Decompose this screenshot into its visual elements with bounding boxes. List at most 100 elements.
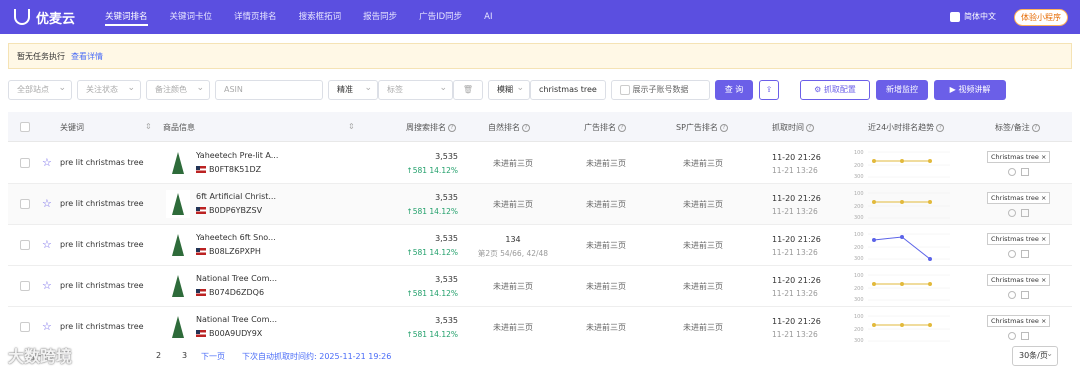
trend-point[interactable] bbox=[872, 159, 876, 163]
tag-chip[interactable]: Christmas tree × bbox=[987, 274, 1051, 286]
row-keyword[interactable]: pre lit christmas tree bbox=[60, 158, 144, 167]
per-page-select[interactable]: 30条/页 bbox=[1012, 345, 1058, 366]
help-icon[interactable]: ? bbox=[1031, 123, 1040, 132]
table-row[interactable]: ☆ pre lit christmas tree Yaheetech 6ft S… bbox=[8, 225, 1072, 266]
row-checkbox[interactable] bbox=[20, 158, 30, 168]
show-sub-account-toggle[interactable]: 展示子账号数据 bbox=[611, 80, 710, 100]
notice-detail-link[interactable]: 查看详情 bbox=[71, 51, 103, 62]
sort-icon[interactable]: ⇕ bbox=[145, 122, 152, 131]
help-icon[interactable]: ? bbox=[448, 123, 456, 132]
show-sub-checkbox[interactable] bbox=[620, 84, 630, 95]
trend-chart[interactable]: 100 200 300 bbox=[854, 272, 954, 302]
mini-program-button[interactable]: 体验小程序 bbox=[1014, 9, 1068, 26]
match-type-select-1[interactable]: 精准 bbox=[328, 79, 378, 100]
site-select[interactable]: 全部站点 bbox=[8, 79, 72, 100]
help-icon[interactable]: ? bbox=[618, 123, 626, 132]
page-3[interactable]: 3 bbox=[182, 351, 187, 360]
note-icon[interactable] bbox=[1021, 209, 1029, 217]
trend-point[interactable] bbox=[928, 323, 932, 327]
help-icon[interactable]: ? bbox=[936, 123, 945, 132]
star-icon[interactable]: ☆ bbox=[42, 156, 52, 169]
color-dot-icon[interactable] bbox=[1008, 250, 1016, 258]
color-dot-icon[interactable] bbox=[1008, 291, 1016, 299]
nav-ai[interactable]: AI bbox=[484, 0, 492, 34]
trend-point[interactable] bbox=[900, 282, 904, 286]
nav-search-expand[interactable]: 搜索框拓词 bbox=[299, 0, 342, 34]
tag-select[interactable]: 标签 bbox=[378, 79, 453, 100]
query-button[interactable]: 查 询 bbox=[715, 80, 753, 100]
product-image[interactable] bbox=[166, 313, 190, 341]
asin-text[interactable]: B0DP6YBZSV bbox=[209, 206, 262, 215]
tag-clear-button[interactable]: 🗑 bbox=[453, 80, 483, 100]
keyword-input[interactable]: christmas tree bbox=[530, 80, 606, 100]
trend-point[interactable] bbox=[872, 282, 876, 286]
trend-chart[interactable]: 100 200 300 bbox=[854, 149, 954, 179]
close-icon[interactable]: × bbox=[1041, 194, 1046, 202]
color-dot-icon[interactable] bbox=[1008, 168, 1016, 176]
page-2[interactable]: 2 bbox=[156, 351, 161, 360]
nav-report-sync[interactable]: 报告同步 bbox=[363, 0, 397, 34]
tag-chip[interactable]: Christmas tree × bbox=[987, 233, 1051, 245]
trend-point[interactable] bbox=[900, 323, 904, 327]
trend-point[interactable] bbox=[928, 257, 932, 261]
product-name[interactable]: National Tree Com... bbox=[196, 274, 277, 283]
note-icon[interactable] bbox=[1021, 250, 1029, 258]
table-row[interactable]: ☆ pre lit christmas tree 6ft Artificial … bbox=[8, 184, 1072, 225]
star-icon[interactable]: ☆ bbox=[42, 197, 52, 210]
row-checkbox[interactable] bbox=[20, 199, 30, 209]
star-icon[interactable]: ☆ bbox=[42, 238, 52, 251]
trend-point[interactable] bbox=[872, 238, 876, 242]
note-icon[interactable] bbox=[1021, 291, 1029, 299]
trend-point[interactable] bbox=[872, 200, 876, 204]
asin-input[interactable]: ASIN bbox=[215, 80, 323, 100]
asin-text[interactable]: B00A9UDY9X bbox=[209, 329, 262, 338]
add-monitor-button[interactable]: 新增监控 bbox=[876, 80, 928, 100]
match-type-select-2[interactable]: 模糊 bbox=[488, 79, 530, 100]
nav-ad-id-sync[interactable]: 广告ID同步 bbox=[419, 0, 462, 34]
row-keyword[interactable]: pre lit christmas tree bbox=[60, 199, 144, 208]
trend-chart[interactable]: 100 200 300 bbox=[854, 190, 954, 220]
product-name[interactable]: 6ft Artificial Christ... bbox=[196, 192, 276, 201]
asin-text[interactable]: B0FT8K51DZ bbox=[209, 165, 261, 174]
note-icon[interactable] bbox=[1021, 332, 1029, 340]
row-keyword[interactable]: pre lit christmas tree bbox=[60, 322, 144, 331]
trend-point[interactable] bbox=[900, 200, 904, 204]
nav-keyword-slot[interactable]: 关键词卡位 bbox=[170, 0, 213, 34]
trend-point[interactable] bbox=[872, 323, 876, 327]
note-color-select[interactable]: 备注颜色 bbox=[146, 79, 210, 100]
color-dot-icon[interactable] bbox=[1008, 209, 1016, 217]
nav-keyword-rank[interactable]: 关键词排名 bbox=[105, 0, 148, 34]
color-dot-icon[interactable] bbox=[1008, 332, 1016, 340]
product-image[interactable] bbox=[166, 190, 190, 218]
video-tutorial-button[interactable]: ▶ 视频讲解 bbox=[934, 80, 1006, 100]
asin-text[interactable]: B074D6ZDQ6 bbox=[209, 288, 264, 297]
next-page[interactable]: 下一页 bbox=[201, 351, 225, 362]
close-icon[interactable]: × bbox=[1041, 276, 1046, 284]
fetch-config-button[interactable]: ⚙ 抓取配置 bbox=[800, 80, 870, 100]
help-icon[interactable]: ? bbox=[806, 123, 814, 132]
row-checkbox[interactable] bbox=[20, 240, 30, 250]
sort-icon[interactable]: ⇕ bbox=[348, 122, 355, 131]
product-name[interactable]: Yaheetech 6ft Sno... bbox=[196, 233, 276, 242]
trend-point[interactable] bbox=[928, 159, 932, 163]
star-icon[interactable]: ☆ bbox=[42, 320, 52, 333]
product-name[interactable]: Yaheetech Pre-lit A... bbox=[196, 151, 278, 160]
row-keyword[interactable]: pre lit christmas tree bbox=[60, 281, 144, 290]
trend-point[interactable] bbox=[928, 200, 932, 204]
help-icon[interactable]: ? bbox=[522, 123, 530, 132]
row-keyword[interactable]: pre lit christmas tree bbox=[60, 240, 144, 249]
export-button[interactable]: ⇪ bbox=[759, 80, 779, 100]
table-row[interactable]: ☆ pre lit christmas tree Yaheetech Pre-l… bbox=[8, 143, 1072, 184]
product-image[interactable] bbox=[166, 231, 190, 259]
star-icon[interactable]: ☆ bbox=[42, 279, 52, 292]
select-all-checkbox[interactable] bbox=[20, 122, 30, 132]
close-icon[interactable]: × bbox=[1041, 317, 1046, 325]
product-name[interactable]: National Tree Com... bbox=[196, 315, 277, 324]
note-icon[interactable] bbox=[1021, 168, 1029, 176]
tag-chip[interactable]: Christmas tree × bbox=[987, 192, 1051, 204]
trend-chart[interactable]: 100 200 300 bbox=[854, 313, 954, 343]
row-checkbox[interactable] bbox=[20, 281, 30, 291]
help-icon[interactable]: ? bbox=[719, 123, 728, 132]
trend-point[interactable] bbox=[900, 159, 904, 163]
product-image[interactable] bbox=[166, 149, 190, 177]
